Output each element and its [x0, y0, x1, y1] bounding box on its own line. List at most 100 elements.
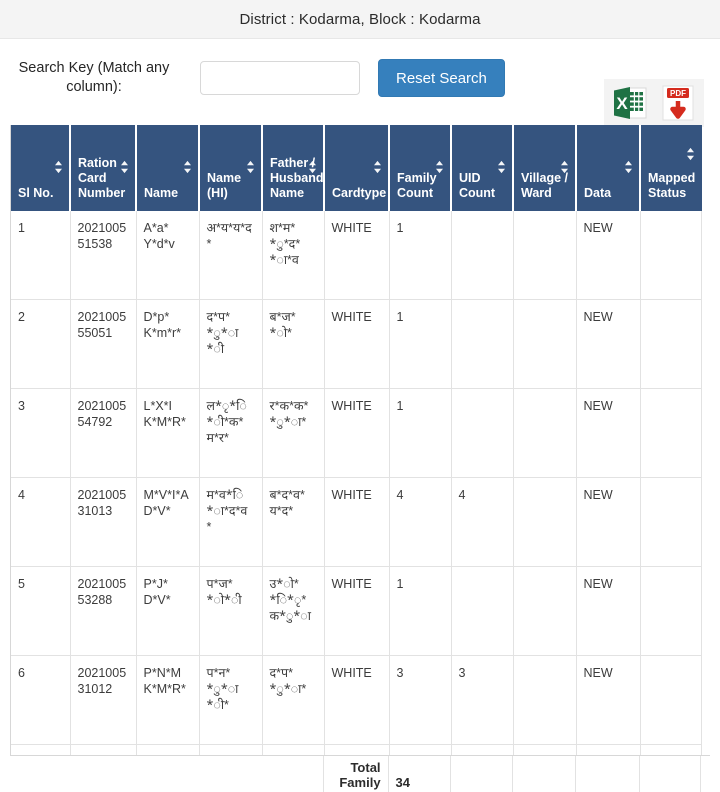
column-label: Cardtype — [332, 185, 387, 200]
cell-sl-no: 5 — [11, 565, 71, 656]
search-toolbar: Search Key (Match any column): Reset Sea… — [0, 39, 720, 127]
cell-mapped-status — [640, 387, 702, 478]
ration-card-table: Sl No. Ration Card Number Name Name (HI)… — [11, 125, 702, 755]
cell-cardtype: WHITE — [324, 476, 390, 567]
sort-icon[interactable] — [373, 160, 382, 174]
column-label: Village / Ward — [521, 170, 569, 200]
sort-icon[interactable] — [246, 160, 255, 174]
column-header-village-ward[interactable]: Village / Ward — [513, 125, 577, 211]
cell-uid-count — [451, 387, 514, 478]
sort-icon[interactable] — [497, 160, 506, 174]
cell-cardtype: WHITE — [324, 298, 390, 389]
cell-family-count: 1 — [389, 209, 452, 300]
sort-icon[interactable] — [624, 160, 633, 174]
column-header-name-hi[interactable]: Name (HI) — [199, 125, 263, 211]
footer-cell-uid — [449, 756, 513, 792]
cell-village-ward — [513, 387, 577, 478]
column-label: Data — [584, 185, 612, 200]
cell-name-hi: प*न* *ु*ा *ी* — [199, 654, 263, 745]
svg-text:PDF: PDF — [670, 89, 686, 98]
cell-cardtype: WHITE — [324, 565, 390, 656]
footer-spacer — [10, 756, 324, 792]
table-row[interactable]: 3 202100554792 L*X*I K*M*R* ल*ृ*ि *ी*क* म*र… — [11, 387, 702, 478]
cell-name: D*p* K*m*r* — [136, 298, 200, 389]
cell-mapped-status — [640, 209, 702, 300]
column-header-mapped-status[interactable]: Mapped Status — [640, 125, 702, 211]
column-header-ration-card-number[interactable]: Ration Card Number — [70, 125, 137, 211]
table-row[interactable]: 2 202100555051 D*p* K*m*r* द*प* *ु*ा *ी ब*ज*… — [11, 298, 702, 389]
cell-data: NEW — [576, 654, 641, 745]
search-input[interactable] — [200, 61, 360, 95]
cell-family-count: 1 — [389, 565, 452, 656]
report-page: District : Kodarma, Block : Kodarma Sear… — [0, 0, 720, 792]
cell-cardtype: WHITE — [324, 209, 390, 300]
cell-family-count: 6 — [389, 743, 452, 755]
data-table-scroll[interactable]: Sl No. Ration Card Number Name Name (HI)… — [10, 125, 710, 755]
reset-search-button[interactable]: Reset Search — [378, 59, 505, 97]
table-footer: Total Family Count 34 — [10, 755, 710, 792]
cell-mapped-status — [640, 298, 702, 389]
sort-icon[interactable] — [686, 147, 695, 161]
cell-mapped-status — [640, 476, 702, 567]
excel-export-icon[interactable]: X — [610, 83, 650, 123]
total-family-count-row: Total Family Count 34 — [10, 756, 701, 792]
cell-sl-no: 2 — [11, 298, 71, 389]
cell-uid-count — [451, 298, 514, 389]
cell-village-ward — [513, 476, 577, 567]
cell-father-husband-name: श*म* *ु*द* *ा*व — [262, 209, 325, 300]
export-buttons: X PDF — [604, 79, 704, 127]
sort-icon[interactable] — [183, 160, 192, 174]
table-row[interactable]: 6 202100531012 P*N*M K*M*R* प*न* *ु*ा *ी* द*… — [11, 654, 702, 745]
cell-uid-count: 3 — [451, 654, 514, 745]
footer-cell-mapped — [638, 756, 701, 792]
cell-name: P*J* D*V* — [136, 565, 200, 656]
cell-name-hi: ल*ृ*ि *ी*क* म*र* — [199, 387, 263, 478]
table-body: 1 202100551538 A*a* Y*d*v अ*य*य*द* श*म* *ु*द… — [11, 209, 702, 755]
cell-family-count: 3 — [389, 654, 452, 745]
cell-name: P*N*M K*M*R* — [136, 654, 200, 745]
table-row[interactable]: 1 202100551538 A*a* Y*d*v अ*य*य*द* श*म* *ु*द… — [11, 209, 702, 300]
cell-data: NEW — [576, 209, 641, 300]
column-header-uid-count[interactable]: UID Count — [451, 125, 514, 211]
column-header-father-husband-name[interactable]: Father / Husband Name — [262, 125, 325, 211]
cell-ration-card-number: 202100554792 — [70, 387, 137, 478]
cell-uid-count: 4 — [451, 476, 514, 567]
cell-ration-card-number: 202100553288 — [70, 565, 137, 656]
cell-data: NEW — [576, 298, 641, 389]
column-header-family-count[interactable]: Family Count — [389, 125, 452, 211]
cell-data: NEW — [576, 476, 641, 567]
cell-village-ward — [513, 298, 577, 389]
cell-uid-count — [451, 565, 514, 656]
cell-village-ward — [513, 209, 577, 300]
sort-icon[interactable] — [560, 160, 569, 174]
table-row[interactable]: 7202100531P*k*प*म*स*द*ब*WHITE65 NEW — [11, 743, 702, 755]
column-header-cardtype[interactable]: Cardtype — [324, 125, 390, 211]
cell-ration-card-number: 202100555051 — [70, 298, 137, 389]
cell-cardtype: WHITE — [324, 654, 390, 745]
cell-name: A*a* Y*d*v — [136, 209, 200, 300]
table-row[interactable]: 4 202100531013 M*V*I*A D*V* म*व*ि *ा*द*व * ब… — [11, 476, 702, 567]
cell-village-ward — [513, 654, 577, 745]
sort-icon[interactable] — [120, 160, 129, 174]
cell-data: NEW — [576, 743, 641, 755]
sort-icon[interactable] — [435, 160, 444, 174]
cell-sl-no: 7 — [11, 743, 71, 755]
column-label: Sl No. — [18, 185, 54, 200]
column-label: Mapped Status — [648, 170, 696, 200]
column-header-data[interactable]: Data — [576, 125, 641, 211]
search-label: Search Key (Match any column): — [18, 60, 170, 95]
cell-village-ward — [513, 565, 577, 656]
sort-icon[interactable] — [308, 160, 317, 174]
table-row[interactable]: 5 202100553288 P*J* D*V* प*ज* *ो*ी उ*ो* *ि*ृ… — [11, 565, 702, 656]
cell-name-hi: द*प* *ु*ा *ी — [199, 298, 263, 389]
pdf-export-icon[interactable]: PDF — [658, 83, 698, 123]
column-label: Ration Card Number — [78, 155, 126, 200]
column-header-name[interactable]: Name — [136, 125, 200, 211]
cell-father-husband-name: उ*ो* *ि*ृ* क*ु*ा — [262, 565, 325, 656]
sort-icon[interactable] — [54, 160, 63, 174]
cell-father-husband-name: द*प* *ु*ा* — [262, 654, 325, 745]
cell-mapped-status — [640, 565, 702, 656]
column-label: UID Count — [459, 170, 496, 200]
cell-name: M*V*I*A D*V* — [136, 476, 200, 567]
column-header-sl-no[interactable]: Sl No. — [11, 125, 71, 211]
